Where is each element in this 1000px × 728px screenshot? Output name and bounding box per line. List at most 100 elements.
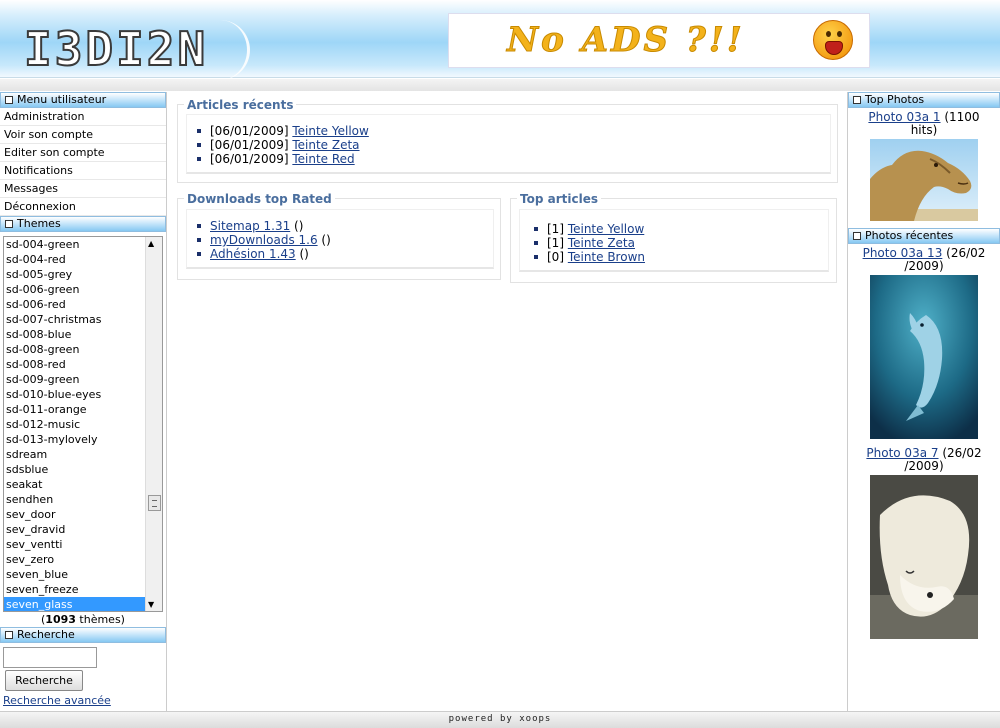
recent-articles-title: Articles récents [184, 97, 297, 113]
recent-photo-caption: Photo 03a 7 (26/02/2009) [866, 446, 982, 473]
downloads-top-title: Downloads top Rated [184, 191, 335, 207]
theme-option[interactable]: sd-008-blue [4, 327, 146, 342]
square-bullet-icon [853, 96, 861, 104]
article-link[interactable]: Teinte Yellow [568, 222, 644, 236]
logo-text: I3DI2N [23, 22, 209, 76]
photo-link[interactable]: Photo 03a 7 [866, 446, 938, 460]
right-column: Top Photos Photo 03a 1 (1100 hits) Photos… [847, 92, 1000, 711]
list-item: [1] Teinte Zeta [534, 236, 645, 250]
search-button[interactable]: Recherche [5, 670, 83, 691]
list-item: myDownloads 1.6 () [197, 233, 331, 247]
themes-scrollbar[interactable]: ▲ ▼ [145, 237, 162, 611]
camel-photo[interactable] [870, 139, 978, 221]
theme-option[interactable]: seven_blue [4, 567, 146, 582]
theme-option[interactable]: sd-008-red [4, 357, 146, 372]
menu-item-logout[interactable]: Déconnexion [0, 198, 166, 216]
downloads-top-block: Downloads top Rated Sitemap 1.31 () myDo… [177, 191, 501, 280]
square-bullet-icon [853, 232, 861, 240]
menu-item-notifications[interactable]: Notifications [0, 162, 166, 180]
photo-link[interactable]: Photo 03a 13 [863, 246, 943, 260]
theme-option[interactable]: sev_zero [4, 552, 146, 567]
theme-option[interactable]: sd-006-red [4, 297, 146, 312]
menu-item-edit-account[interactable]: Editer son compte [0, 144, 166, 162]
article-link[interactable]: Teinte Red [292, 152, 354, 166]
scroll-up-arrow-icon[interactable]: ▲ [148, 239, 154, 248]
menu-item-view-account[interactable]: Voir son compte [0, 126, 166, 144]
article-link[interactable]: Teinte Brown [568, 250, 645, 264]
theme-option[interactable]: seven_freeze [4, 582, 146, 597]
site-logo[interactable]: I3DI2N [10, 14, 250, 80]
theme-option[interactable]: sd-004-red [4, 252, 146, 267]
themes-title: Themes [0, 216, 166, 232]
theme-option[interactable]: sev_door [4, 507, 146, 522]
theme-option[interactable]: seakat [4, 477, 146, 492]
recent-photos-title: Photos récentes [848, 228, 1000, 244]
top-articles-inner: [1] Teinte Yellow [1] Teinte Zeta [0] Te… [519, 209, 829, 272]
list-item: [1] Teinte Yellow [534, 222, 645, 236]
theme-option[interactable]: sev_ventti [4, 537, 146, 552]
theme-option[interactable]: sdsblue [4, 462, 146, 477]
list-item: [06/01/2009] Teinte Red [197, 152, 369, 166]
theme-option[interactable]: sd-011-orange [4, 402, 146, 417]
recent-photo-caption: Photo 03a 13 (26/02/2009) [862, 246, 986, 273]
logo-arc [220, 20, 250, 80]
list-item: Sitemap 1.31 () [197, 219, 331, 233]
screaming-smiley-icon [813, 20, 853, 60]
theme-option[interactable]: sd-012-music [4, 417, 146, 432]
dolphin-photo[interactable] [870, 275, 978, 439]
top-photos-title: Top Photos [848, 92, 1000, 108]
themes-list: sd-004-green sd-004-red sd-005-grey sd-006-… [4, 237, 146, 611]
photo-link[interactable]: Photo 03a 1 [868, 110, 940, 124]
downloads-list: Sitemap 1.31 () myDownloads 1.6 () Adhés… [197, 219, 331, 261]
theme-option[interactable]: sd-006-green [4, 282, 146, 297]
user-menu: Administration Voir son compte Editer so… [0, 108, 166, 216]
ad-banner[interactable]: No ADS ?!! [448, 13, 870, 68]
left-column: Menu utilisateur Administration Voir son… [0, 92, 167, 711]
polar-bear-photo[interactable] [870, 475, 978, 639]
list-item: Adhésion 1.43 () [197, 247, 331, 261]
recent-articles-inner: [06/01/2009] Teinte Yellow [06/01/2009] … [186, 114, 831, 174]
header-subbar [0, 79, 1000, 91]
scroll-thumb[interactable] [148, 495, 161, 511]
themes-listbox[interactable]: sd-004-green sd-004-red sd-005-grey sd-006-… [3, 236, 163, 612]
downloads-top-inner: Sitemap 1.31 () myDownloads 1.6 () Adhés… [186, 209, 494, 269]
article-link[interactable]: Teinte Yellow [292, 124, 368, 138]
article-link[interactable]: Teinte Zeta [292, 138, 359, 152]
top-articles-block: Top articles [1] Teinte Yellow [1] Teint… [510, 191, 837, 283]
theme-option[interactable]: sd-004-green [4, 237, 146, 252]
top-articles-title: Top articles [517, 191, 601, 207]
menu-item-administration[interactable]: Administration [0, 108, 166, 126]
download-link[interactable]: myDownloads 1.6 [210, 233, 318, 247]
top-articles-list: [1] Teinte Yellow [1] Teinte Zeta [0] Te… [534, 222, 645, 264]
download-link[interactable]: Adhésion 1.43 [210, 247, 296, 261]
download-link[interactable]: Sitemap 1.31 [210, 219, 290, 233]
search-input[interactable] [3, 647, 97, 668]
theme-option[interactable]: sendhen [4, 492, 146, 507]
scroll-down-arrow-icon[interactable]: ▼ [148, 600, 154, 609]
theme-option[interactable]: sd-010-blue-eyes [4, 387, 146, 402]
list-item: [06/01/2009] Teinte Yellow [197, 124, 369, 138]
header: I3DI2N No ADS ?!! [0, 0, 1000, 80]
theme-option[interactable]: sdream [4, 447, 146, 462]
banner-text: No ADS ?!! [507, 20, 745, 61]
list-item: [0] Teinte Brown [534, 250, 645, 264]
theme-option[interactable]: sev_dravid [4, 522, 146, 537]
advanced-search-link[interactable]: Recherche avancée [3, 694, 166, 707]
theme-option[interactable]: sd-013-mylovely [4, 432, 146, 447]
user-menu-title: Menu utilisateur [0, 92, 166, 108]
menu-item-messages[interactable]: Messages [0, 180, 166, 198]
theme-option[interactable]: sd-007-christmas [4, 312, 146, 327]
theme-option[interactable]: sd-008-green [4, 342, 146, 357]
theme-option[interactable]: sd-009-green [4, 372, 146, 387]
article-link[interactable]: Teinte Zeta [568, 236, 635, 250]
theme-option[interactable]: sd-005-grey [4, 267, 146, 282]
recent-articles-list: [06/01/2009] Teinte Yellow [06/01/2009] … [197, 124, 369, 166]
top-photo-caption: Photo 03a 1 (1100 hits) [868, 110, 980, 137]
list-item: [06/01/2009] Teinte Zeta [197, 138, 369, 152]
search-title: Recherche [0, 627, 166, 643]
square-bullet-icon [5, 631, 13, 639]
square-bullet-icon [5, 96, 13, 104]
theme-option[interactable]: seven_glass [4, 597, 146, 611]
theme-count: (1093 thèmes) [41, 613, 125, 626]
square-bullet-icon [5, 220, 13, 228]
